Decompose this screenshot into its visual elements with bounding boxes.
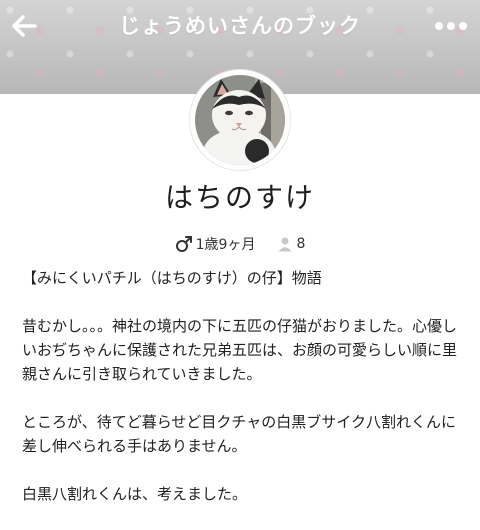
followers-item[interactable]: 8: [277, 236, 305, 252]
story-paragraph: 昔むかし。。。神社の境内の下に五匹の仔猫がおりました。心優しいおぢちゃんに保護さ…: [22, 317, 458, 383]
pet-name: はちのすけ: [164, 181, 315, 214]
profile-meta: 1歳9ヶ月 8: [0, 234, 480, 254]
story-paragraph: ところが、待てど暮らせど目クチャの白黒ブサイク八割れくんに差し伸べられる手はあり…: [22, 413, 456, 455]
story-content: 【みにくいパチル（はちのすけ）の仔】物語 昔むかし。。。神社の境内の下に五匹の仔…: [22, 266, 462, 530]
followers-count: 8: [296, 236, 306, 252]
more-button[interactable]: [430, 12, 472, 40]
header-title: じょうめいさんのブック: [119, 14, 361, 38]
age-text: 1歳9ヶ月: [195, 237, 256, 253]
person-icon: [278, 237, 292, 252]
story-intro: 【みにくいパチル（はちのすけ）の仔】物語: [22, 269, 322, 287]
more-dots-icon: [435, 22, 443, 30]
age-item: 1歳9ヶ月: [175, 234, 256, 254]
more-dot: [447, 22, 455, 30]
male-icon: [175, 236, 192, 252]
more-dot: [459, 22, 467, 30]
avatar[interactable]: [190, 70, 290, 170]
cat-photo: [195, 75, 285, 165]
story-paragraph: 白黒八割れくんは、考えました。: [22, 485, 248, 503]
